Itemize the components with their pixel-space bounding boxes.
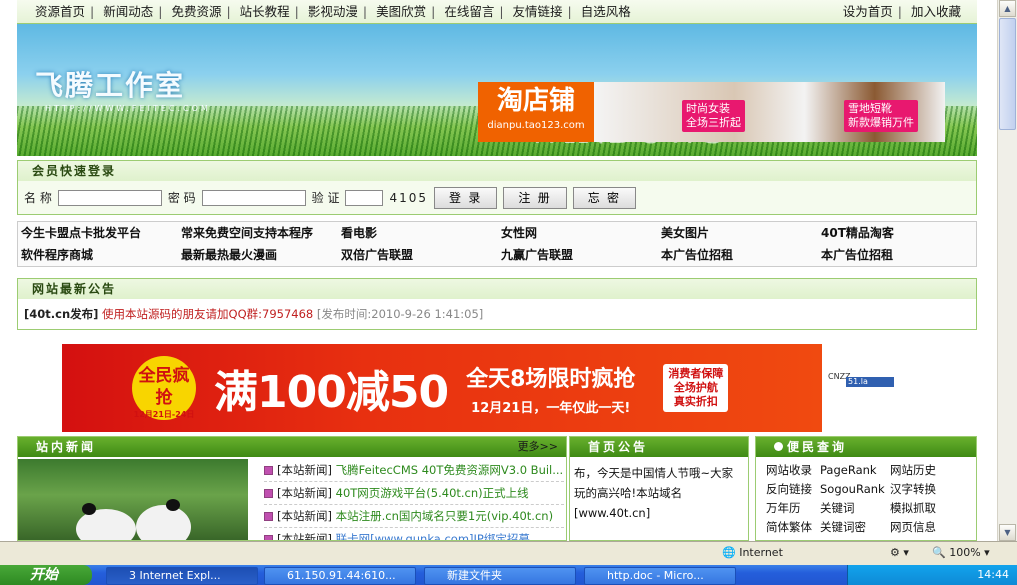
news-title-link[interactable]: 联卡网[www.gunka.com]IP绑定招募	[336, 532, 530, 540]
home-notice-column: 首页公告 布，今天是中国情人节哦~大家玩的高兴哈!本站域名[www.40t.cn…	[569, 436, 749, 541]
columns-wrapper: 站内新闻 更多>> [本站新闻] 飞腾FeitecCMS 40T免费资源网V3.…	[17, 0, 977, 541]
circle-icon	[774, 442, 783, 451]
vertical-scrollbar[interactable]: ▲ ▼	[997, 0, 1017, 541]
news-title-link[interactable]: 飞腾FeitecCMS 40T免费资源网V3.0 Buil...	[336, 463, 564, 477]
list-item[interactable]: [本站新闻] 本站注册.cn国内域名只要1元(vip.40t.cn)	[264, 505, 564, 528]
home-notice-text: 布，今天是中国情人节哦~大家玩的高兴哈!本站域名[www.40t.cn]	[574, 466, 734, 520]
query-link[interactable]: 反向链接	[766, 480, 820, 499]
task-remote[interactable]: 61.150.91.44:610...	[264, 567, 416, 585]
query-link[interactable]: 万年历	[766, 499, 820, 518]
more-link[interactable]: 更多>>	[518, 437, 558, 457]
query-link[interactable]: 网站收录	[766, 461, 820, 480]
taskbar: 开始 3 Internet Expl... 61.150.91.44:610..…	[0, 565, 1017, 585]
task-ie[interactable]: 3 Internet Expl...	[106, 567, 258, 585]
start-button[interactable]: 开始	[0, 565, 92, 585]
scroll-thumb[interactable]	[999, 18, 1016, 130]
scroll-up-icon[interactable]: ▲	[999, 0, 1016, 17]
query-link[interactable]: 关键词密	[820, 518, 890, 537]
zone-label: Internet	[739, 546, 783, 559]
query-link[interactable]: 网站历史	[890, 461, 950, 480]
news-category: [本站新闻]	[277, 486, 332, 500]
news-title-link[interactable]: 40T网页游戏平台(5.40t.cn)正式上线	[336, 486, 529, 500]
news-category: [本站新闻]	[277, 463, 332, 477]
zoom-icon: 🔍	[932, 546, 950, 559]
list-item[interactable]: [本站新闻] 飞腾FeitecCMS 40T免费资源网V3.0 Buil...	[264, 459, 564, 482]
news-list: [本站新闻] 飞腾FeitecCMS 40T免费资源网V3.0 Buil... …	[264, 459, 564, 541]
home-notice-header: 首页公告	[570, 437, 748, 457]
news-category: [本站新闻]	[277, 532, 332, 541]
query-header: 便民查询	[756, 437, 976, 457]
news-title-link[interactable]: 本站注册.cn国内域名只要1元(vip.40t.cn)	[336, 509, 553, 523]
query-link[interactable]: 汉字转换	[890, 480, 950, 499]
query-link[interactable]: 网页信息	[890, 518, 950, 537]
query-grid: 网站收录 PageRank 网站历史 反向链接 SogouRank 汉字转换 万…	[756, 457, 976, 537]
zoom-control[interactable]: 🔍 100% ▾	[932, 542, 990, 564]
panda-photo[interactable]	[18, 459, 248, 540]
status-icons[interactable]: ⚙ ▾	[890, 542, 909, 564]
clock[interactable]: 14:44	[977, 565, 1009, 585]
query-link[interactable]: 模拟抓取	[890, 499, 950, 518]
news-header: 站内新闻 更多>>	[18, 437, 566, 457]
bullet-icon	[264, 512, 273, 521]
zoom-label: 100%	[949, 546, 981, 559]
browser-viewport: 资源首页 | 新闻动态 | 免费资源 | 站长教程 | 影视动漫 | 美图欣赏 | 在线留言…	[0, 0, 997, 541]
query-link[interactable]: SogouRank	[820, 480, 890, 499]
query-title: 便民查询	[787, 440, 848, 454]
list-item[interactable]: [本站新闻] 联卡网[www.gunka.com]IP绑定招募	[264, 528, 564, 541]
news-title: 站内新闻	[36, 440, 97, 454]
security-zone[interactable]: 🌐 Internet	[722, 542, 783, 564]
bullet-icon	[264, 466, 273, 475]
scroll-down-icon[interactable]: ▼	[999, 524, 1016, 541]
globe-icon: 🌐	[722, 546, 740, 559]
task-folder[interactable]: 新建文件夹	[424, 567, 576, 585]
news-category: [本站新闻]	[277, 509, 332, 523]
query-link[interactable]: 简体繁体	[766, 518, 820, 537]
bullet-icon	[264, 489, 273, 498]
list-item[interactable]: [本站新闻] 40T网页游戏平台(5.40t.cn)正式上线	[264, 482, 564, 505]
system-tray: 14:44	[847, 565, 1017, 585]
query-column: 便民查询 网站收录 PageRank 网站历史 反向链接 SogouRank 汉…	[755, 436, 977, 541]
query-link[interactable]: PageRank	[820, 461, 890, 480]
task-word[interactable]: http.doc - Micro...	[584, 567, 736, 585]
browser-status-bar: 🌐 Internet ⚙ ▾ 🔍 100% ▾	[0, 541, 1017, 565]
news-column: 站内新闻 更多>> [本站新闻] 飞腾FeitecCMS 40T免费资源网V3.…	[17, 436, 567, 541]
query-link[interactable]: 关键词	[820, 499, 890, 518]
